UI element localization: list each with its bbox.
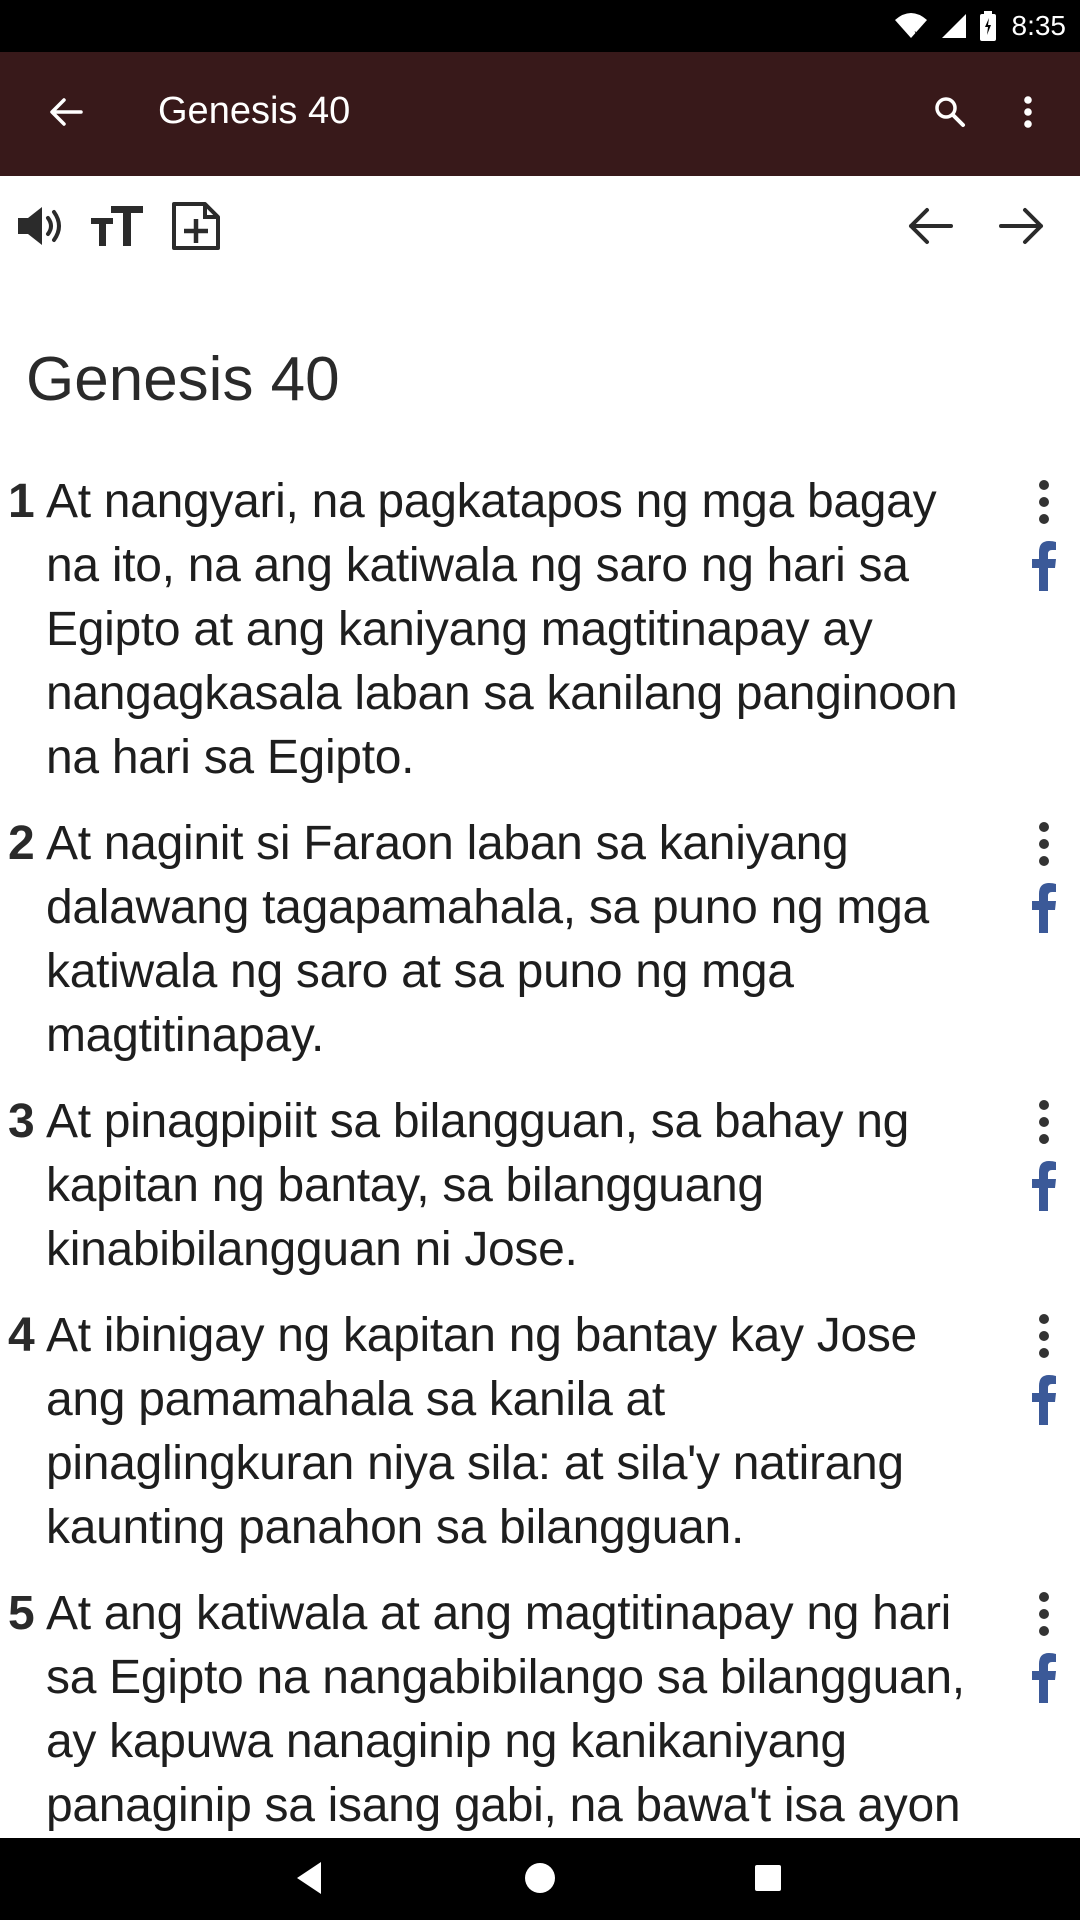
facebook-icon xyxy=(1031,540,1057,596)
wifi-icon: x xyxy=(894,12,928,40)
add-note-button[interactable] xyxy=(166,198,226,258)
verse-text: At ibinigay ng kapitan ng bantay kay Jos… xyxy=(46,1309,917,1554)
more-vert-icon xyxy=(1038,1591,1050,1642)
next-chapter-icon xyxy=(999,206,1045,251)
signal-icon xyxy=(940,12,968,40)
verse-item[interactable]: 5 At ang katiwala at ang magtitinapay ng… xyxy=(0,1582,1080,1838)
nav-recents-icon xyxy=(753,1863,783,1898)
reader-toolbar xyxy=(0,198,1080,262)
more-vert-icon xyxy=(1038,479,1050,530)
more-vert-icon xyxy=(1038,821,1050,872)
audio-button[interactable] xyxy=(10,198,70,258)
verse-text: At nangyari, na pagkatapos ng mga bagay … xyxy=(46,475,958,784)
back-button[interactable] xyxy=(38,86,94,142)
more-options-button[interactable] xyxy=(1000,86,1056,142)
verse-share-facebook-button[interactable] xyxy=(1024,1372,1064,1432)
more-vert-icon xyxy=(1038,1313,1050,1364)
prev-chapter-icon xyxy=(907,206,953,251)
facebook-icon xyxy=(1031,1374,1057,1430)
verse-text: At naginit si Faraon laban sa kaniyang d… xyxy=(46,817,929,1062)
verse-item[interactable]: 2 At naginit si Faraon laban sa kaniyang… xyxy=(0,812,1080,1068)
verse-number: 5 xyxy=(8,1587,35,1640)
prev-chapter-button[interactable] xyxy=(900,198,960,258)
verse-number: 2 xyxy=(8,817,35,870)
more-vert-icon xyxy=(1038,1099,1050,1150)
nav-back-button[interactable] xyxy=(278,1850,338,1910)
facebook-icon xyxy=(1031,1652,1057,1708)
next-chapter-button[interactable] xyxy=(992,198,1052,258)
nav-back-icon xyxy=(293,1860,323,1901)
nav-recents-button[interactable] xyxy=(738,1850,798,1910)
arrow-left-icon xyxy=(49,97,83,132)
verse-text: At ang katiwala at ang magtitinapay ng h… xyxy=(46,1587,965,1832)
verse-text: At pinagpipiit sa bilangguan, sa bahay n… xyxy=(46,1095,910,1276)
verse-share-facebook-button[interactable] xyxy=(1024,1650,1064,1710)
verse-number: 4 xyxy=(8,1309,35,1362)
search-button[interactable] xyxy=(922,86,978,142)
facebook-icon xyxy=(1031,1160,1057,1216)
verse-item[interactable]: 4 At ibinigay ng kapitan ng bantay kay J… xyxy=(0,1304,1080,1560)
verse-share-facebook-button[interactable] xyxy=(1024,538,1064,598)
speaker-icon xyxy=(16,204,64,253)
text-size-button[interactable] xyxy=(88,198,148,258)
facebook-icon xyxy=(1031,882,1057,938)
verse-more-button[interactable] xyxy=(1024,816,1064,876)
verse-item[interactable]: 3 At pinagpipiit sa bilangguan, sa bahay… xyxy=(0,1090,1080,1282)
status-bar: x 8:35 xyxy=(0,0,1080,52)
svg-text:x: x xyxy=(914,29,920,40)
verse-share-facebook-button[interactable] xyxy=(1024,880,1064,940)
verse-number: 1 xyxy=(8,475,35,528)
nav-home-button[interactable] xyxy=(510,1850,570,1910)
verse-more-button[interactable] xyxy=(1024,474,1064,534)
verse-list: 1 At nangyari, na pagkatapos ng mga baga… xyxy=(0,470,1080,1860)
verse-number: 3 xyxy=(8,1095,35,1148)
verse-share-facebook-button[interactable] xyxy=(1024,1158,1064,1218)
nav-home-icon xyxy=(523,1861,557,1900)
text-size-icon xyxy=(91,204,145,253)
app-bar-title: Genesis 40 xyxy=(158,90,351,132)
more-vert-icon xyxy=(1023,95,1033,134)
verse-more-button[interactable] xyxy=(1024,1308,1064,1368)
battery-icon xyxy=(979,11,996,41)
system-nav-bar xyxy=(0,1838,1080,1920)
search-icon xyxy=(934,96,966,133)
app-bar: Genesis 40 xyxy=(0,52,1080,176)
verse-item[interactable]: 1 At nangyari, na pagkatapos ng mga baga… xyxy=(0,470,1080,790)
screen: x 8:35 Genesis 40 Genesis 40 1 At nangya… xyxy=(0,0,1080,1920)
add-note-icon xyxy=(171,201,221,256)
chapter-title: Genesis 40 xyxy=(26,345,340,414)
status-time: 8:35 xyxy=(1011,10,1067,41)
verse-more-button[interactable] xyxy=(1024,1586,1064,1646)
verse-more-button[interactable] xyxy=(1024,1094,1064,1154)
